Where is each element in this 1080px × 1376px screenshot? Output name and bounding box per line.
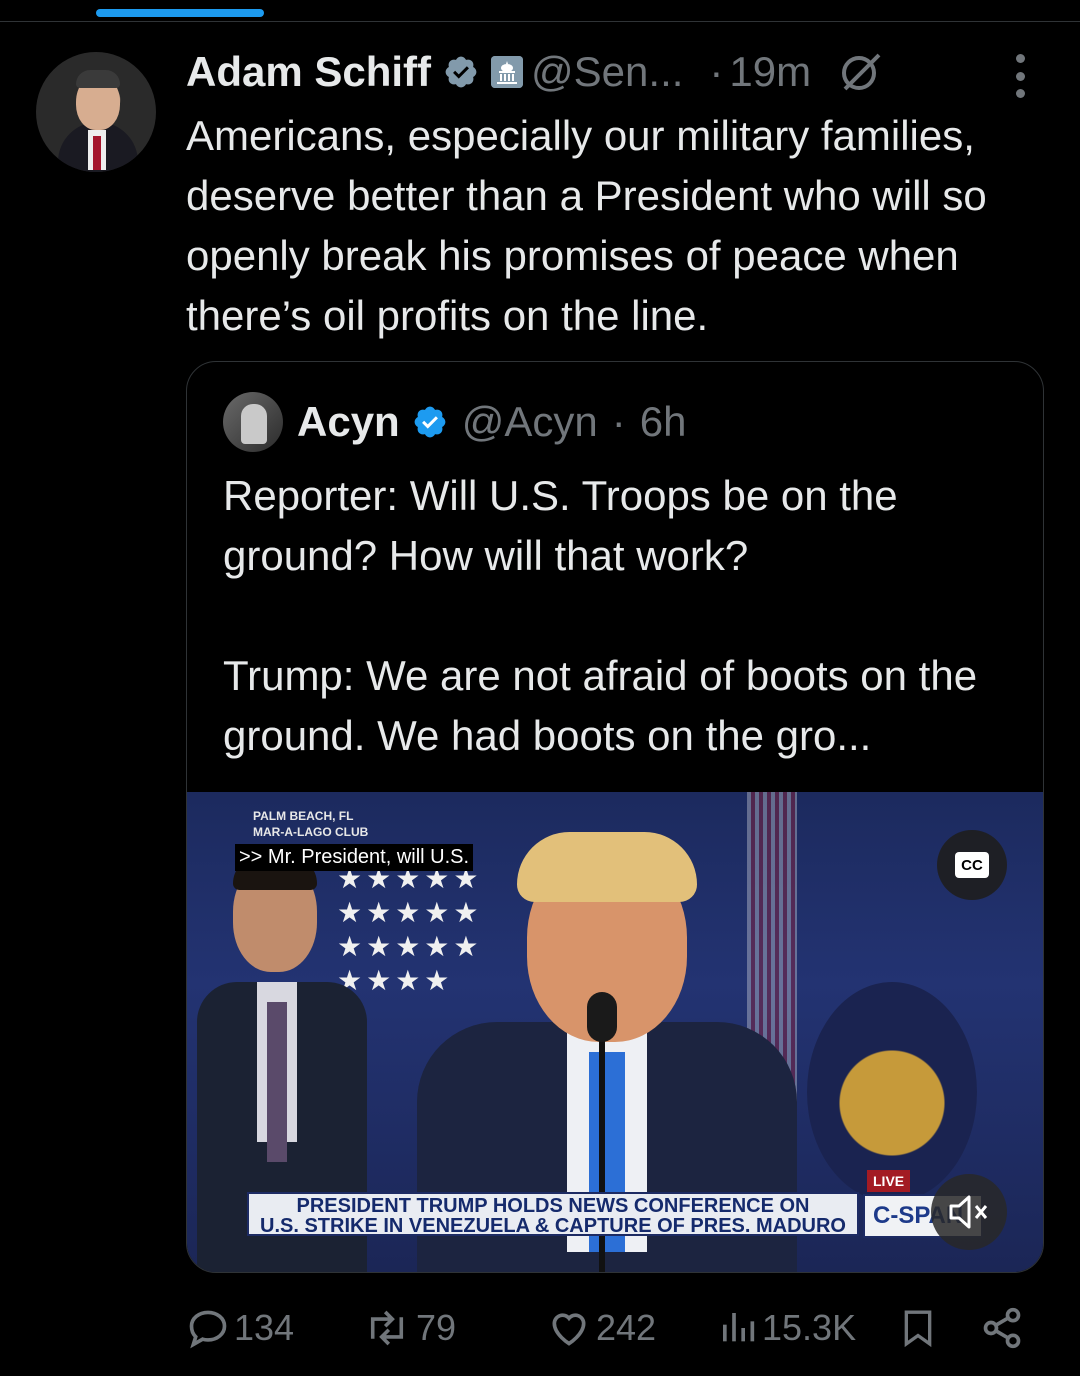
mute-button[interactable] bbox=[931, 1174, 1007, 1250]
quoted-author-handle[interactable]: @Acyn bbox=[462, 398, 598, 446]
reply-button[interactable]: 134 bbox=[186, 1300, 294, 1356]
tweet-timestamp[interactable]: 19m bbox=[729, 48, 811, 96]
quoted-tweet-header: Acyn @Acyn · 6h bbox=[297, 392, 686, 452]
news-chyron: PRESIDENT TRUMP HOLDS NEWS CONFERENCE ON… bbox=[247, 1192, 859, 1236]
quoted-tweet-timestamp[interactable]: 6h bbox=[640, 398, 687, 446]
tweet-header: Adam Schiff @Sen... · 19m bbox=[186, 44, 883, 100]
quoted-author-avatar[interactable] bbox=[223, 392, 283, 452]
author-name[interactable]: Adam Schiff bbox=[186, 48, 431, 96]
share-button[interactable] bbox=[980, 1300, 1024, 1356]
reply-icon bbox=[189, 1310, 227, 1349]
quoted-paragraph: Reporter: Will U.S. Troops be on the gro… bbox=[223, 472, 898, 579]
mute-icon bbox=[949, 1195, 988, 1229]
grok-icon[interactable] bbox=[837, 49, 883, 95]
separator-dot: · bbox=[611, 398, 626, 445]
verified-badge-icon[interactable] bbox=[412, 404, 448, 440]
verified-badge-icon[interactable] bbox=[443, 54, 479, 90]
cc-button[interactable]: CC bbox=[937, 830, 1007, 900]
bookmark-icon bbox=[904, 1310, 932, 1348]
top-tab-bar bbox=[0, 0, 1080, 22]
repost-icon bbox=[370, 1310, 404, 1346]
quoted-paragraph: Trump: We are not afraid of boots on the… bbox=[223, 652, 978, 759]
views-count: 15.3K bbox=[762, 1307, 857, 1348]
government-building-icon bbox=[491, 56, 524, 88]
active-tab-indicator bbox=[96, 9, 264, 17]
views-button[interactable]: 15.3K bbox=[718, 1300, 856, 1356]
like-button[interactable]: 242 bbox=[546, 1300, 656, 1356]
presidential-seal bbox=[807, 982, 977, 1202]
location-label: PALM BEACH, FL MAR-A-LAGO CLUB bbox=[253, 809, 369, 839]
live-badge: LIVE bbox=[867, 1170, 911, 1192]
repost-button[interactable]: 79 bbox=[362, 1300, 456, 1356]
like-count: 242 bbox=[596, 1307, 657, 1348]
cc-icon: CC bbox=[955, 852, 989, 878]
reply-count: 134 bbox=[234, 1307, 295, 1348]
separator-dot: · bbox=[709, 48, 724, 95]
quoted-author-name[interactable]: Acyn bbox=[297, 398, 400, 446]
quoted-tweet[interactable]: Acyn @Acyn · 6h Reporter: Will U.S. Troo… bbox=[186, 361, 1044, 1273]
quoted-tweet-text: Reporter: Will U.S. Troops be on the gro… bbox=[223, 466, 1023, 766]
like-icon bbox=[552, 1313, 586, 1346]
author-avatar[interactable] bbox=[36, 52, 156, 172]
author-handle[interactable]: @Sen... bbox=[531, 48, 683, 96]
closed-caption-text: >> Mr. President, will U.S. bbox=[235, 844, 474, 871]
bookmark-button[interactable] bbox=[898, 1300, 938, 1356]
action-bar: 134 79 242 15.3K bbox=[186, 1300, 1026, 1356]
share-icon bbox=[983, 1307, 1021, 1349]
views-icon bbox=[723, 1313, 755, 1342]
tweet-text: Americans, especially our military famil… bbox=[186, 112, 987, 339]
video-player[interactable]: ★★★★★ ★★★★★ ★★★★★ ★★★★ PALM BEACH, FL MAR-A… bbox=[187, 792, 1043, 1272]
more-icon[interactable] bbox=[1012, 54, 1028, 98]
repost-count: 79 bbox=[416, 1307, 457, 1348]
